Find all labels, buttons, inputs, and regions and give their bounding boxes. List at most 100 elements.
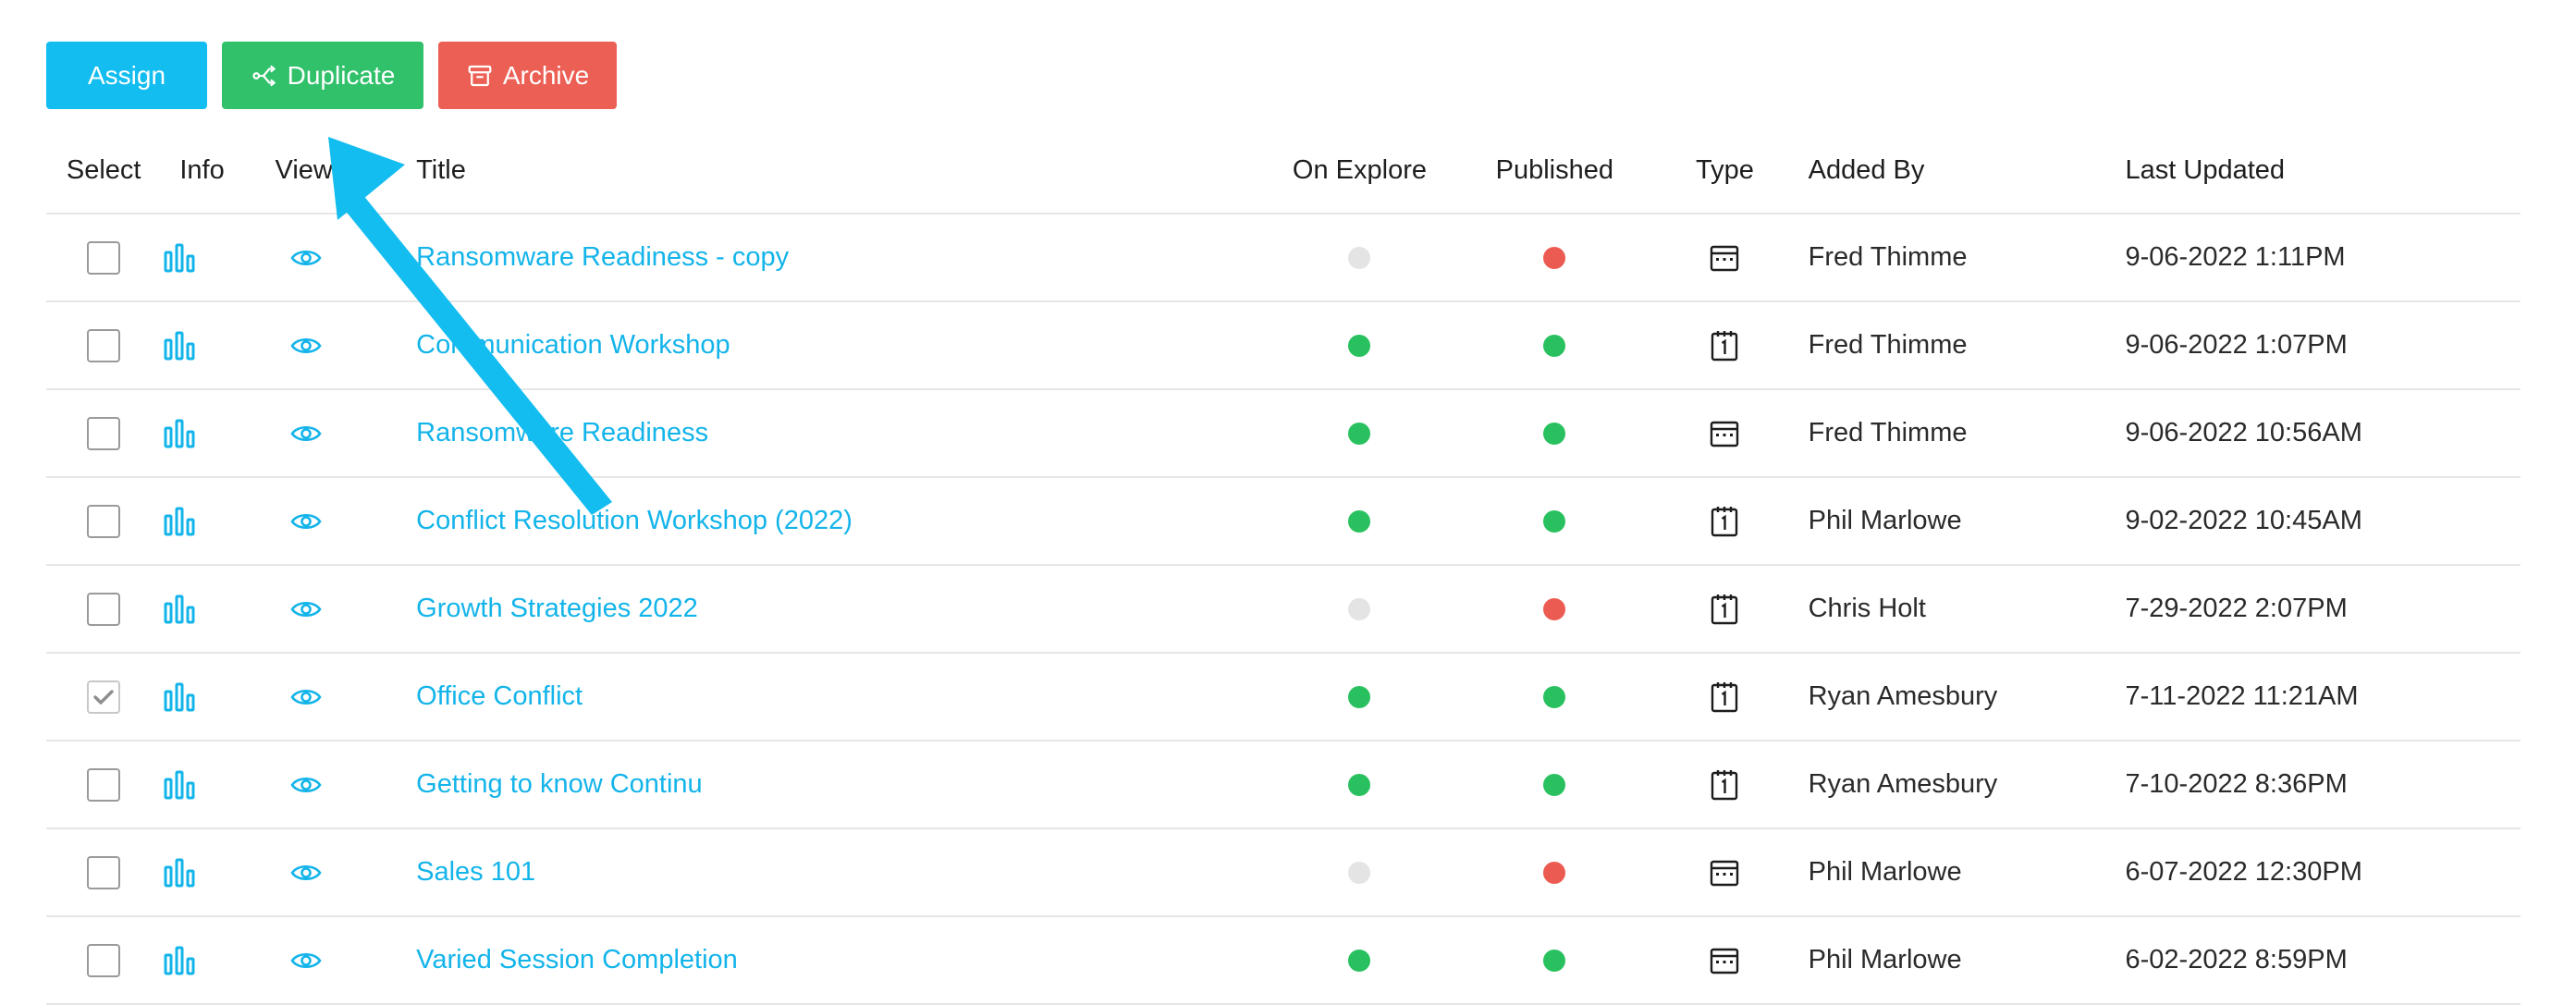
table-row: Ransomware Readiness - copy Fred Thimme 9-… bbox=[46, 214, 2521, 302]
bar-chart-icon[interactable] bbox=[163, 330, 196, 361]
published-cell bbox=[1467, 301, 1642, 390]
row-checkbox[interactable] bbox=[87, 504, 121, 538]
eye-icon[interactable] bbox=[289, 506, 322, 535]
session-title-link[interactable]: Varied Session Completion bbox=[416, 945, 738, 974]
eye-icon[interactable] bbox=[289, 857, 322, 887]
header-view: View bbox=[275, 128, 417, 214]
header-added-by[interactable]: Added By bbox=[1808, 128, 2126, 214]
added-by-cell: Ryan Amesbury bbox=[1808, 741, 2126, 829]
bar-chart-icon[interactable] bbox=[163, 857, 196, 888]
row-checkbox[interactable] bbox=[87, 943, 121, 977]
session-title-link[interactable]: Growth Strategies 2022 bbox=[416, 594, 698, 623]
bar-chart-icon[interactable] bbox=[163, 769, 196, 800]
session-title-link[interactable]: Getting to know Continu bbox=[416, 769, 703, 799]
bar-chart-icon[interactable] bbox=[163, 418, 196, 448]
row-checkbox[interactable] bbox=[87, 680, 121, 714]
header-published[interactable]: Published bbox=[1467, 128, 1642, 214]
added-by-cell: Phil Marlowe bbox=[1808, 916, 2126, 1005]
published-cell bbox=[1467, 565, 1642, 654]
published-cell bbox=[1467, 214, 1642, 302]
header-type[interactable]: Type bbox=[1641, 128, 1809, 214]
row-checkbox[interactable] bbox=[87, 767, 121, 802]
info-cell bbox=[161, 741, 276, 829]
eye-icon[interactable] bbox=[289, 330, 322, 360]
type-cell bbox=[1641, 653, 1809, 741]
header-info: Info bbox=[161, 128, 276, 214]
row-checkbox[interactable] bbox=[87, 855, 121, 889]
calendar-icon bbox=[1710, 857, 1739, 887]
eye-icon[interactable] bbox=[289, 945, 322, 974]
toolbar: Assign Duplicate Archive bbox=[46, 42, 617, 109]
eye-icon[interactable] bbox=[289, 681, 322, 711]
type-cell bbox=[1641, 477, 1809, 566]
header-title[interactable]: Title bbox=[416, 128, 1252, 214]
eye-icon[interactable] bbox=[289, 769, 322, 799]
last-updated-cell: 9-06-2022 1:07PM bbox=[2125, 301, 2521, 390]
session-title-link[interactable]: Ransomware Readiness - copy bbox=[416, 242, 789, 272]
session-title-link[interactable]: Sales 101 bbox=[416, 857, 535, 887]
view-cell bbox=[275, 828, 417, 917]
on-explore-cell bbox=[1251, 301, 1468, 390]
duplicate-button[interactable]: Duplicate bbox=[222, 42, 423, 109]
type-cell bbox=[1641, 389, 1809, 478]
last-updated-cell: 9-02-2022 10:45AM bbox=[2125, 477, 2521, 566]
eye-icon[interactable] bbox=[289, 242, 322, 272]
duplicate-button-label: Duplicate bbox=[287, 60, 396, 90]
published-cell bbox=[1467, 828, 1642, 917]
table-row: Communication Workshop Fred Thimme 9-06-20… bbox=[46, 301, 2521, 390]
bar-chart-icon[interactable] bbox=[163, 594, 196, 624]
published-status-dot bbox=[1543, 950, 1566, 973]
added-by-cell: Fred Thimme bbox=[1808, 301, 2126, 390]
session-title-link[interactable]: Conflict Resolution Workshop (2022) bbox=[416, 506, 853, 535]
select-cell bbox=[46, 828, 162, 917]
added-by-cell: Fred Thimme bbox=[1808, 389, 2126, 478]
session-title-link[interactable]: Ransomware Readiness bbox=[416, 418, 708, 447]
view-cell bbox=[275, 214, 417, 302]
info-cell bbox=[161, 214, 276, 302]
day-calendar-icon bbox=[1711, 505, 1738, 536]
last-updated-cell: 7-29-2022 2:07PM bbox=[2125, 565, 2521, 654]
published-status-dot bbox=[1543, 247, 1566, 270]
table-row: Ransomware Readiness Fred Thimme 9-06-2022… bbox=[46, 389, 2521, 478]
type-cell bbox=[1641, 565, 1809, 654]
bar-chart-icon[interactable] bbox=[163, 945, 196, 975]
last-updated-cell: 7-11-2022 11:21AM bbox=[2125, 653, 2521, 741]
archive-box-icon bbox=[468, 65, 492, 86]
added-by-cell: Phil Marlowe bbox=[1808, 828, 2126, 917]
duplicate-icon bbox=[251, 65, 276, 86]
bar-chart-icon[interactable] bbox=[163, 242, 196, 273]
session-title-link[interactable]: Communication Workshop bbox=[416, 330, 730, 360]
header-last-updated[interactable]: Last Updated bbox=[2125, 128, 2521, 214]
eye-icon[interactable] bbox=[289, 418, 322, 447]
session-title-link[interactable]: Office Conflict bbox=[416, 681, 583, 711]
row-checkbox[interactable] bbox=[87, 328, 121, 362]
archive-button[interactable]: Archive bbox=[438, 42, 617, 109]
published-cell bbox=[1467, 741, 1642, 829]
on-explore-cell bbox=[1251, 653, 1468, 741]
select-cell bbox=[46, 389, 162, 478]
check-icon bbox=[93, 681, 114, 712]
day-calendar-icon bbox=[1711, 329, 1738, 361]
bar-chart-icon[interactable] bbox=[163, 506, 196, 536]
type-cell bbox=[1641, 828, 1809, 917]
table-row: Getting to know Continu Ryan Amesbury 7-10… bbox=[46, 741, 2521, 829]
eye-icon[interactable] bbox=[289, 594, 322, 623]
bar-chart-icon[interactable] bbox=[163, 681, 196, 712]
on-explore-status-dot bbox=[1348, 774, 1371, 797]
row-checkbox[interactable] bbox=[87, 416, 121, 450]
view-cell bbox=[275, 741, 417, 829]
on-explore-status-dot bbox=[1348, 510, 1371, 533]
assign-button[interactable]: Assign bbox=[46, 42, 207, 109]
title-cell: Varied Session Completion bbox=[416, 916, 1252, 1005]
published-cell bbox=[1467, 653, 1642, 741]
info-cell bbox=[161, 653, 276, 741]
on-explore-cell bbox=[1251, 828, 1468, 917]
info-cell bbox=[161, 565, 276, 654]
row-checkbox[interactable] bbox=[87, 240, 121, 275]
published-status-dot bbox=[1543, 774, 1566, 797]
row-checkbox[interactable] bbox=[87, 592, 121, 626]
select-cell bbox=[46, 916, 162, 1005]
on-explore-status-dot bbox=[1348, 423, 1371, 446]
select-cell bbox=[46, 653, 162, 741]
header-on-explore[interactable]: On Explore bbox=[1251, 128, 1468, 214]
